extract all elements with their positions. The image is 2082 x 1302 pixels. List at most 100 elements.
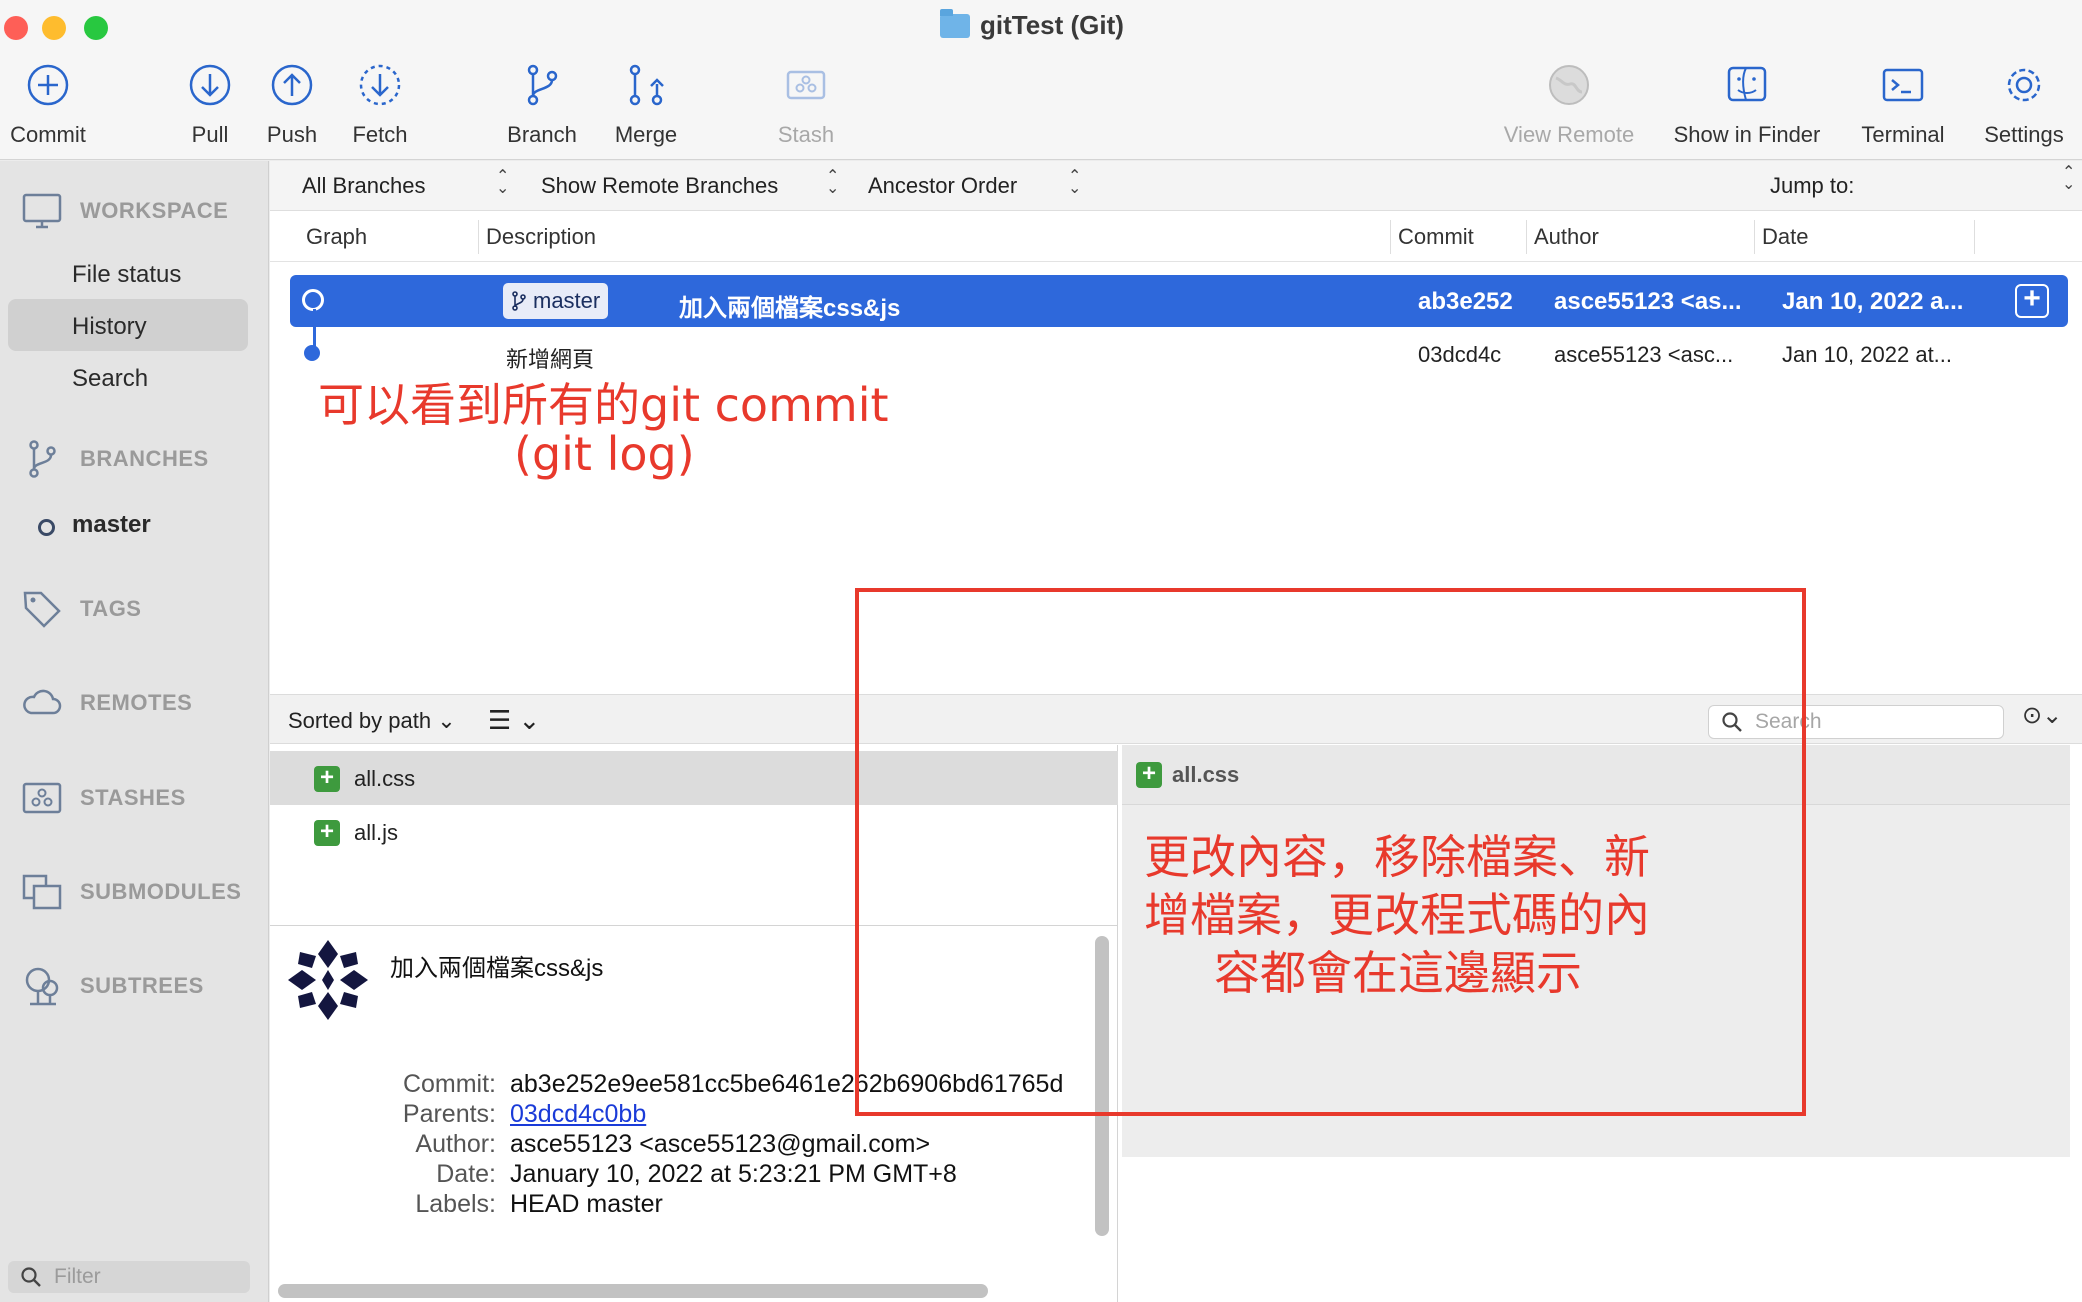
sidebar-item-file-status[interactable]: File status: [72, 261, 181, 289]
column-divider[interactable]: [1390, 220, 1391, 254]
stash-button[interactable]: Stash: [751, 62, 861, 148]
commit-node-icon: [302, 289, 324, 311]
commit-row-selected[interactable]: master 加入兩個檔案css&js ab3e252 asce55123 <a…: [290, 275, 2068, 327]
branch-tag-label: master: [533, 288, 601, 313]
file-added-icon: +: [314, 820, 340, 846]
add-button[interactable]: +: [2015, 284, 2049, 318]
sidebar-section-branches[interactable]: BRANCHES: [22, 439, 209, 479]
commit-date: Jan 10, 2022 a...: [1782, 288, 1964, 315]
sidebar-tags-label: TAGS: [80, 596, 142, 621]
settings-button[interactable]: Settings: [1969, 62, 2079, 148]
avatar: [288, 940, 368, 1020]
sidebar-section-subtrees[interactable]: SUBTREES: [22, 966, 204, 1006]
minimize-window-button[interactable]: [42, 16, 66, 40]
globe-icon: [1549, 65, 1589, 105]
commit-icon: [27, 64, 69, 106]
terminal-button[interactable]: Terminal: [1848, 62, 1958, 148]
fetch-label: Fetch: [352, 122, 408, 147]
settings-label: Settings: [1984, 122, 2064, 147]
show-in-finder-button[interactable]: Show in Finder: [1667, 62, 1827, 148]
commit-hash: 03dcd4c: [1418, 342, 1502, 367]
column-divider[interactable]: [478, 220, 479, 254]
date-value: January 10, 2022 at 5:23:21 PM GMT+8: [510, 1160, 957, 1188]
sidebar-filter-placeholder: Filter: [54, 1265, 101, 1288]
show-in-finder-label: Show in Finder: [1673, 122, 1821, 147]
more-options-icon[interactable]: ⊙⌄: [2022, 701, 2062, 730]
sidebar: WORKSPACE File status History Search BRA…: [0, 161, 269, 1302]
sort-label: Sorted by path: [288, 708, 432, 733]
tree-icon: [25, 967, 59, 1006]
fetch-button[interactable]: Fetch: [325, 62, 435, 148]
labels-label: Labels:: [415, 1190, 496, 1218]
column-divider[interactable]: [1974, 220, 1975, 254]
commit-message: 加入兩個檔案css&js: [390, 955, 604, 982]
sidebar-remotes-label: REMOTES: [80, 690, 193, 715]
sidebar-section-remotes[interactable]: REMOTES: [22, 683, 192, 723]
column-commit[interactable]: Commit: [1398, 224, 1474, 250]
terminal-label: Terminal: [1861, 122, 1945, 147]
parents-link[interactable]: 03dcd4c0bb: [510, 1100, 646, 1129]
tag-icon: [23, 591, 61, 628]
author-value: asce55123 <asce55123@gmail.com>: [510, 1130, 931, 1158]
commit-button[interactable]: Commit: [0, 62, 103, 148]
remote-dropdown-chevron-icon: ⌃ ⌄: [826, 168, 840, 197]
view-remote-button[interactable]: View Remote: [1499, 62, 1639, 148]
branch-icon: [29, 440, 56, 478]
pull-icon: [189, 64, 231, 106]
sidebar-submodules-label: SUBMODULES: [80, 879, 242, 904]
stash-label: Stash: [777, 122, 835, 147]
sidebar-section-submodules[interactable]: SUBMODULES: [22, 872, 241, 912]
sidebar-section-tags[interactable]: TAGS: [22, 589, 141, 629]
branch-tag-master[interactable]: master: [503, 283, 609, 319]
zoom-window-button[interactable]: [84, 16, 108, 40]
branch-label: Branch: [507, 122, 577, 147]
branches-dropdown[interactable]: All Branches: [302, 173, 426, 199]
sidebar-workspace-label: WORKSPACE: [80, 198, 229, 223]
close-window-button[interactable]: [4, 16, 28, 40]
commit-label: Commit:: [402, 1070, 496, 1098]
stash-icon: [22, 782, 62, 814]
commit-author: asce55123 <asc...: [1554, 342, 1734, 367]
branch-button[interactable]: Branch: [487, 62, 597, 148]
monitor-icon: [22, 193, 62, 229]
annotation-git-log-line2: (git log): [514, 427, 695, 481]
order-dropdown[interactable]: Ancestor Order: [868, 173, 1017, 199]
sidebar-stashes-label: STASHES: [80, 785, 186, 810]
merge-label: Merge: [614, 122, 678, 147]
column-date[interactable]: Date: [1762, 224, 1808, 250]
history-filter-bar: All Branches ⌃ ⌄ Show Remote Branches ⌃ ⌄ …: [270, 161, 2082, 211]
author-label: Author:: [415, 1130, 496, 1158]
sidebar-section-stashes[interactable]: STASHES: [22, 778, 186, 818]
column-description[interactable]: Description: [486, 224, 596, 250]
commit-author: asce55123 <as...: [1554, 288, 1742, 315]
toolbar: gitTest (Git) Commit Pull Push Fetch Bra…: [0, 0, 2082, 160]
horizontal-scrollbar[interactable]: [278, 1284, 988, 1298]
merge-button[interactable]: Merge: [591, 62, 701, 148]
date-label: Date:: [436, 1160, 496, 1188]
sidebar-filter-input[interactable]: Filter: [8, 1261, 250, 1293]
column-divider[interactable]: [1754, 220, 1755, 254]
remote-branches-dropdown[interactable]: Show Remote Branches: [541, 173, 778, 199]
sidebar-item-branch-master[interactable]: master: [72, 511, 151, 539]
order-dropdown-chevron-icon: ⌃ ⌄: [1068, 168, 1082, 197]
column-graph[interactable]: Graph: [306, 224, 367, 250]
parents-link-text[interactable]: 03dcd4c0bb: [510, 1100, 646, 1128]
branch-icon: [512, 291, 526, 311]
file-added-icon: +: [314, 766, 340, 792]
jump-to-dropdown[interactable]: Jump to:: [1770, 173, 1854, 199]
sidebar-item-search[interactable]: Search: [72, 365, 148, 393]
sidebar-item-history[interactable]: History: [72, 313, 147, 341]
stash-icon: [786, 70, 826, 100]
column-divider[interactable]: [1526, 220, 1527, 254]
file-name: all.css: [354, 766, 416, 791]
view-remote-label: View Remote: [1503, 122, 1635, 147]
annotation-git-log-line1: 可以看到所有的git commit: [318, 378, 889, 432]
sidebar-section-workspace[interactable]: WORKSPACE: [22, 191, 228, 231]
finder-icon: [1727, 66, 1767, 102]
file-name: all.js: [354, 820, 399, 845]
sort-dropdown[interactable]: Sorted by path ⌄: [288, 708, 456, 734]
cloud-icon: [23, 689, 62, 715]
list-view-menu-icon[interactable]: ☰ ⌄: [488, 705, 540, 736]
column-author[interactable]: Author: [1534, 224, 1599, 250]
window-title: gitTest (Git): [940, 8, 1124, 41]
